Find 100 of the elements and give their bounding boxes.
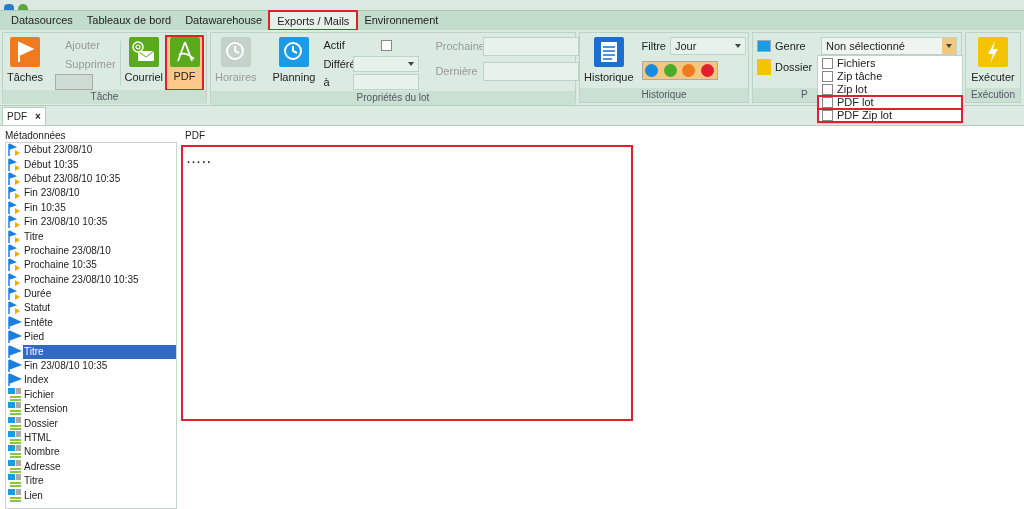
field-icon — [8, 416, 22, 431]
last-label: Dernière — [435, 64, 479, 80]
flag-icon — [8, 258, 22, 273]
metadata-item[interactable]: HTML — [6, 430, 176, 446]
close-tab-button[interactable]: × — [35, 109, 41, 124]
document-tab[interactable]: PDF × — [2, 107, 46, 125]
metadata-item[interactable]: Titre — [6, 474, 176, 489]
flag-icon — [8, 301, 22, 316]
field-icon — [8, 445, 22, 460]
status-icons[interactable] — [641, 61, 718, 80]
filter-dropdown[interactable]: Jour — [670, 37, 746, 55]
clock-icon — [279, 37, 309, 67]
metadata-item[interactable]: Prochaine 10:35 — [6, 258, 176, 273]
caret-icon — [946, 44, 952, 48]
ribbon-tab[interactable]: Tableaux de bord — [79, 11, 179, 30]
metadata-item[interactable]: Fin 23/08/10 — [6, 186, 176, 201]
genre-option[interactable]: PDF Zip lot — [818, 109, 962, 122]
next-label: Prochaine — [435, 39, 484, 55]
warning-icon — [682, 64, 696, 77]
dropdown-arrow-button[interactable] — [942, 38, 956, 54]
info-icon — [645, 64, 659, 77]
flag-icon — [8, 315, 22, 330]
metadata-item[interactable]: Statut — [6, 301, 176, 316]
metadata-item[interactable]: Pied — [6, 330, 176, 345]
next-field[interactable] — [483, 37, 580, 56]
metadata-item[interactable]: Lien — [6, 488, 176, 503]
planning-button[interactable]: Planning — [272, 37, 316, 86]
flag-icon — [8, 359, 22, 374]
flag-icon — [8, 272, 22, 287]
checkbox[interactable] — [822, 58, 833, 69]
metadata-item[interactable]: Fichier — [6, 387, 176, 403]
checkbox[interactable] — [822, 84, 833, 95]
genre-option[interactable]: Zip tâche — [818, 70, 962, 83]
field-icon — [8, 459, 22, 474]
genre-option[interactable]: Fichiers — [818, 57, 962, 70]
metadata-item[interactable]: Début 10:35 — [6, 157, 176, 172]
field-icon — [8, 402, 22, 417]
field-icon — [8, 474, 22, 489]
metadata-item[interactable]: Début 23/08/10 10:35 — [6, 171, 176, 187]
option-label: Fichiers — [837, 56, 876, 72]
group-label: Historique — [580, 88, 748, 102]
ribbon-tab[interactable]: Exports / Mails — [269, 11, 358, 30]
monitor-icon — [757, 40, 771, 52]
flag-icon — [8, 330, 22, 345]
tasks-button[interactable]: Tâches — [7, 37, 43, 86]
check-icon — [663, 64, 677, 77]
field-icon — [8, 387, 22, 402]
checkbox[interactable] — [822, 97, 833, 108]
to-label: à — [323, 75, 331, 90]
pdf-panel-title: PDF — [184, 129, 206, 142]
flag-icon — [8, 186, 22, 201]
metadata-item[interactable]: Fin 23/08/10 10:35 — [6, 214, 176, 230]
checkbox[interactable] — [822, 71, 833, 82]
metadata-item[interactable]: Durée — [6, 286, 176, 302]
genre-label: Genre — [775, 38, 807, 54]
flag-icon — [8, 344, 22, 359]
caret-icon — [735, 44, 741, 48]
last-field[interactable] — [483, 62, 580, 81]
ribbon-tab[interactable]: Datasources — [4, 11, 80, 30]
lightning-icon — [978, 37, 1008, 67]
ribbon-tab[interactable]: Datawarehouse — [178, 11, 270, 30]
pdf-button[interactable]: PDF — [167, 37, 202, 89]
metadata-item[interactable]: Titre — [6, 229, 176, 244]
metadata-item[interactable]: Index — [6, 373, 176, 388]
flag-icon — [10, 37, 40, 67]
flag-icon — [8, 200, 22, 215]
metadata-item[interactable]: Prochaine 23/08/10 — [6, 243, 176, 259]
flag-icon — [8, 171, 22, 186]
checkbox[interactable] — [380, 39, 392, 51]
metadata-item[interactable]: Fin 23/08/10 10:35 — [6, 358, 176, 374]
clock-icon — [220, 37, 251, 67]
metadata-item[interactable]: Entête — [6, 315, 176, 331]
flag-icon — [8, 243, 22, 258]
metadata-item[interactable]: Fin 10:35 — [6, 200, 176, 215]
metadata-item[interactable]: Adresse — [6, 459, 176, 474]
metadata-item[interactable]: Début 23/08/10 — [6, 143, 176, 158]
metadata-item[interactable]: Extension — [6, 402, 176, 417]
flag-icon — [8, 287, 22, 302]
checkbox[interactable] — [822, 110, 833, 121]
option-label: Zip tâche — [837, 69, 883, 85]
metadata-item[interactable]: Nombre — [6, 445, 176, 460]
option-label: PDF Zip lot — [837, 108, 892, 124]
metadata-item[interactable]: Dossier — [6, 416, 176, 431]
caret-icon — [408, 61, 415, 66]
filter-label: Filtre — [641, 38, 666, 54]
folder-icon — [757, 59, 771, 76]
group-label: Exécution — [966, 88, 1020, 102]
flag-icon — [8, 229, 22, 244]
metadata-item[interactable]: Prochaine 23/08/10 10:35 — [6, 272, 176, 287]
genre-dropdown[interactable]: Non sélectionné — [821, 37, 957, 55]
metadata-title: Métadonnées — [5, 129, 67, 142]
mail-button[interactable]: Courriel — [124, 37, 164, 86]
field-icon — [8, 488, 22, 503]
ribbon-tab[interactable]: Environnement — [357, 11, 446, 30]
pdf-icon — [169, 37, 200, 67]
history-button[interactable]: Historique — [584, 37, 634, 86]
flag-icon — [8, 157, 22, 172]
group-label: Tâche — [3, 90, 206, 104]
execute-button[interactable]: Exécuter — [971, 37, 1015, 86]
error-icon — [700, 64, 714, 77]
